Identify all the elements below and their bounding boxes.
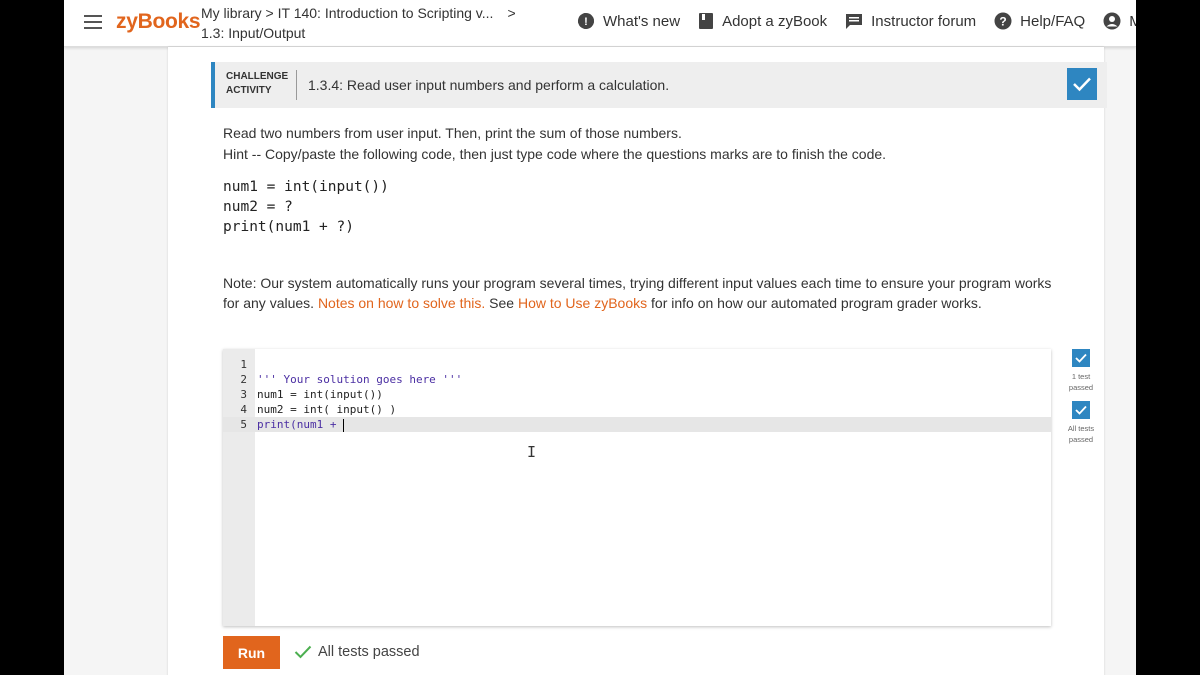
run-button[interactable]: Run	[223, 636, 280, 669]
instructor-forum-link[interactable]: Instructor forum	[845, 12, 976, 30]
line-number: 2	[240, 373, 247, 386]
grader-note: Note: Our system automatically runs your…	[223, 273, 1063, 313]
test-passed-check-icon[interactable]	[1072, 349, 1090, 367]
editor-line[interactable]: 5 print(num1 +	[223, 417, 462, 432]
whats-new-label: What's new	[603, 12, 681, 30]
completion-check-icon	[1067, 68, 1097, 100]
account-icon	[1103, 12, 1121, 30]
gear-badge-icon: !	[577, 12, 595, 30]
challenge-title: 1.3.4: Read user input numbers and perfo…	[308, 77, 670, 93]
all-tests-passed-check-icon[interactable]	[1072, 401, 1090, 419]
breadcrumb-section: 1.3: Input/Output	[201, 25, 306, 41]
notes-link[interactable]: Notes on how to solve this.	[318, 295, 485, 311]
app-frame: zyBooks My library > IT 140: Introductio…	[64, 0, 1136, 675]
adopt-zybook-link[interactable]: Adopt a zyBook	[698, 12, 827, 30]
breadcrumb-path[interactable]: My library > IT 140: Introduction to Scr…	[201, 3, 493, 23]
run-result: All tests passed	[294, 644, 420, 660]
help-icon: ?	[994, 12, 1012, 30]
line-number: 4	[240, 403, 247, 416]
instruction-line: Read two numbers from user input. Then, …	[223, 125, 682, 141]
line-number: 5	[240, 418, 247, 431]
header-nav: ! What's new Adopt a zyBook Instructor f…	[577, 12, 1136, 30]
help-faq-label: Help/FAQ	[1020, 12, 1086, 30]
code-hint: num1 = int(input()) num2 = ? print(num1 …	[223, 179, 389, 235]
result-label: All tests passed	[318, 644, 420, 660]
note-text: for info on how our automated program gr…	[647, 295, 982, 311]
editor-line[interactable]: 4 num2 = int( input() )	[223, 402, 462, 417]
svg-text:?: ?	[1000, 15, 1007, 29]
line-code[interactable]: ''' Your solution goes here '''	[251, 372, 462, 387]
hamburger-menu-icon[interactable]	[84, 15, 102, 29]
line-code[interactable]	[251, 357, 257, 372]
test-label: 1 test passed	[1068, 372, 1094, 392]
test-label: All tests passed	[1067, 424, 1095, 444]
line-code-text[interactable]: print(num1 +	[257, 418, 343, 431]
line-code[interactable]: print(num1 +	[251, 417, 345, 432]
chat-icon	[845, 12, 863, 30]
challenge-header: CHALLENGE ACTIVITY 1.3.4: Read user inpu…	[211, 62, 1107, 108]
editor-line[interactable]: 2 ''' Your solution goes here '''	[223, 372, 462, 387]
line-number: 3	[240, 388, 247, 401]
how-to-use-link[interactable]: How to Use zyBooks	[518, 295, 647, 311]
hint-line: Hint -- Copy/paste the following code, t…	[223, 146, 887, 162]
zybooks-logo[interactable]: zyBooks	[116, 10, 201, 34]
line-number: 1	[240, 358, 247, 371]
ibeam-cursor-icon: I	[527, 443, 537, 461]
editor-line[interactable]: 3 num1 = int(input())	[223, 387, 462, 402]
instructor-forum-label: Instructor forum	[871, 12, 977, 30]
help-faq-link[interactable]: ? Help/FAQ	[994, 12, 1085, 30]
instructions: Read two numbers from user input. Then, …	[223, 123, 886, 165]
line-code[interactable]: num2 = int( input() )	[251, 402, 396, 417]
book-icon	[698, 12, 714, 30]
challenge-type-label: CHALLENGE ACTIVITY	[226, 71, 289, 96]
divider	[296, 70, 297, 100]
adopt-zybook-label: Adopt a zyBook	[722, 12, 828, 30]
line-code[interactable]: num1 = int(input())	[251, 387, 383, 402]
account-link[interactable]: M	[1103, 12, 1136, 30]
top-bar: zyBooks My library > IT 140: Introductio…	[64, 0, 1136, 47]
account-label: M	[1129, 12, 1136, 30]
test-results: 1 test passed All tests passed	[1061, 349, 1101, 453]
challenge-card: CHALLENGE ACTIVITY 1.3.4: Read user inpu…	[168, 47, 1107, 675]
breadcrumb: My library > IT 140: Introduction to Scr…	[201, 3, 516, 43]
code-editor[interactable]: 1 2 ''' Your solution goes here ''' 3 num1…	[223, 349, 1051, 626]
text-cursor	[343, 418, 345, 432]
breadcrumb-chevron[interactable]: >	[507, 3, 515, 23]
editor-line[interactable]: 1	[223, 357, 462, 372]
check-icon	[294, 645, 312, 659]
note-text: See	[485, 295, 518, 311]
whats-new-link[interactable]: ! What's new	[577, 12, 680, 30]
svg-text:!: !	[584, 16, 588, 28]
